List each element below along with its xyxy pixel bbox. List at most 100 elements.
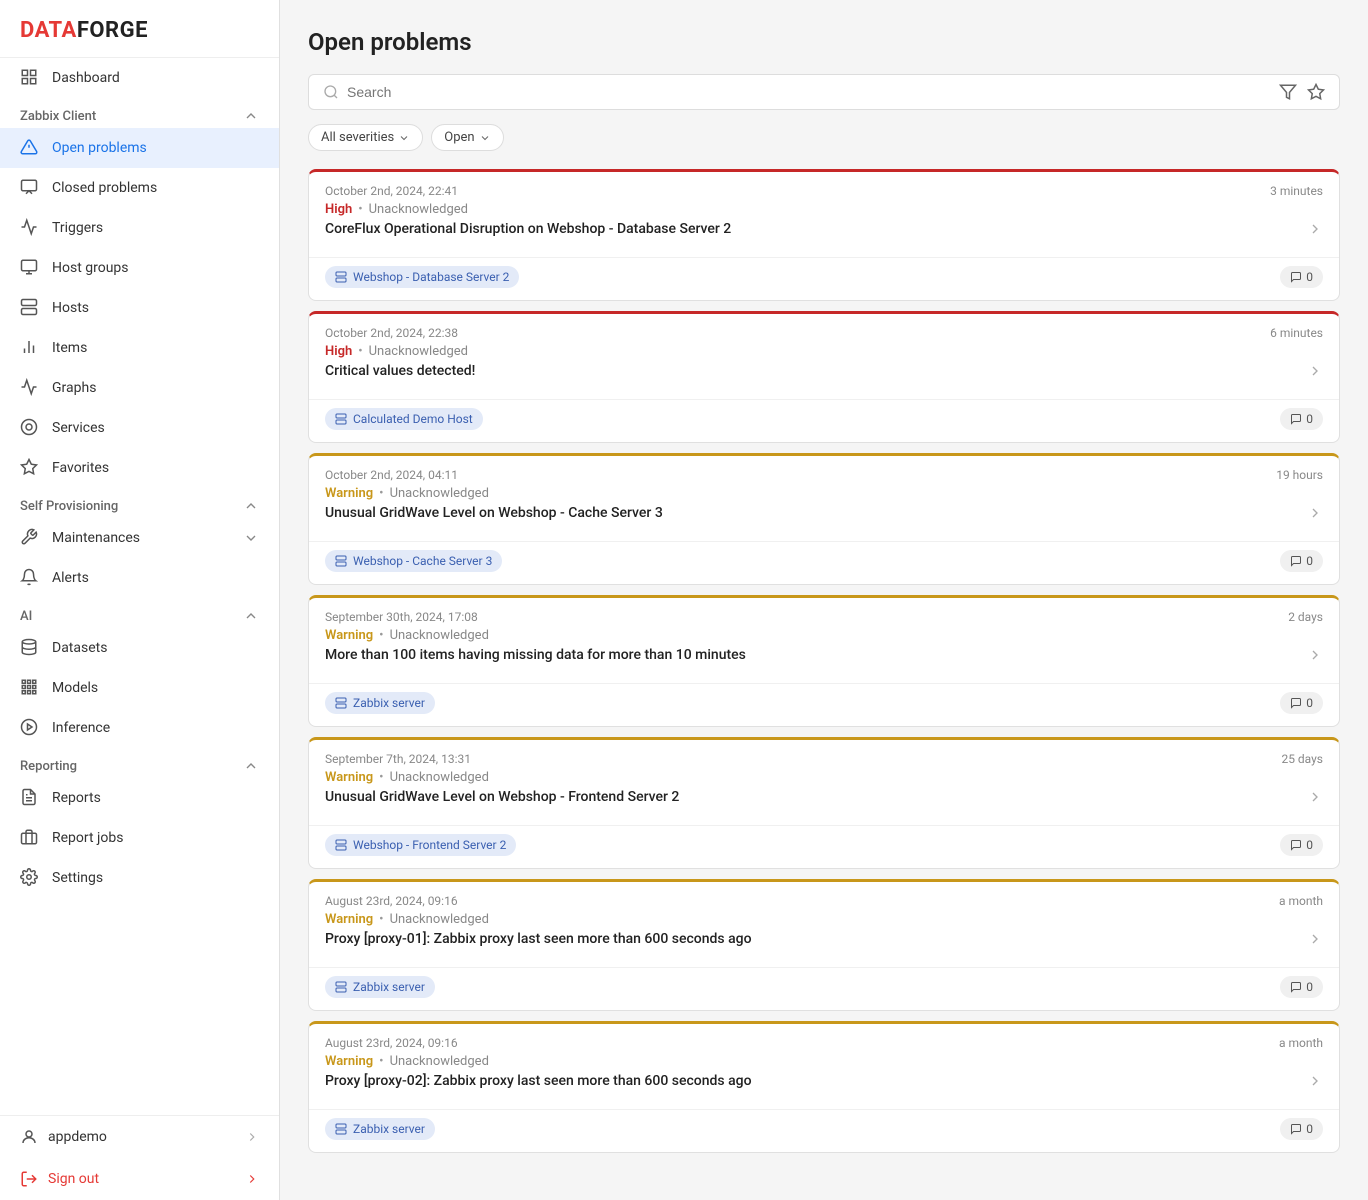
sidebar-item-alerts[interactable]: Alerts [0, 558, 279, 598]
sidebar-item-report-jobs[interactable]: Report jobs [0, 818, 279, 858]
sidebar-item-inference[interactable]: Inference [0, 708, 279, 748]
card-severity: High [325, 202, 352, 217]
problem-card[interactable]: September 7th, 2024, 13:31 25 days Warni… [308, 737, 1340, 869]
comment-badge: 0 [1280, 834, 1323, 856]
settings-icon [20, 868, 40, 888]
problem-card[interactable]: September 30th, 2024, 17:08 2 days Warni… [308, 595, 1340, 727]
card-timestamp: September 7th, 2024, 13:31 [325, 752, 471, 766]
sidebar-signout[interactable]: Sign out [0, 1158, 279, 1200]
host-chip[interactable]: Webshop - Frontend Server 2 [325, 834, 516, 856]
triggers-icon [20, 218, 40, 238]
comment-count: 0 [1306, 838, 1313, 852]
graphs-label: Graphs [52, 380, 96, 396]
card-timestamp: August 23rd, 2024, 09:16 [325, 1036, 458, 1050]
logo-forge: FORGE [77, 18, 148, 43]
card-ack-status: Unacknowledged [390, 1054, 489, 1069]
sidebar: DATAFORGE Dashboard Zabbix Client Open p… [0, 0, 280, 1200]
reports-icon [20, 788, 40, 808]
sidebar-item-maintenances[interactable]: Maintenances [0, 518, 279, 558]
sidebar-item-hosts[interactable]: Hosts [0, 288, 279, 328]
filter-icon[interactable] [1279, 83, 1297, 101]
problem-card[interactable]: August 23rd, 2024, 09:16 a month Warning… [308, 879, 1340, 1011]
sidebar-item-datasets[interactable]: Datasets [0, 628, 279, 668]
ai-chevron [243, 608, 259, 624]
comment-count: 0 [1306, 1122, 1313, 1136]
zabbix-client-label: Zabbix Client [20, 109, 96, 124]
reporting-label: Reporting [20, 759, 77, 774]
items-label: Items [52, 340, 87, 356]
card-age: 6 minutes [1270, 326, 1323, 340]
search-input[interactable] [347, 84, 1271, 100]
card-timestamp: October 2nd, 2024, 22:38 [325, 326, 458, 340]
comment-badge: 0 [1280, 1118, 1323, 1140]
sidebar-item-settings[interactable]: Settings [0, 858, 279, 898]
host-chip[interactable]: Webshop - Cache Server 3 [325, 550, 502, 572]
host-groups-icon [20, 258, 40, 278]
host-chip[interactable]: Webshop - Database Server 2 [325, 266, 519, 288]
sidebar-user[interactable]: appdemo [0, 1116, 279, 1158]
filter-severity[interactable]: All severities [308, 124, 423, 151]
user-avatar-icon [20, 1128, 38, 1146]
sidebar-item-models[interactable]: Models [0, 668, 279, 708]
zabbix-client-group[interactable]: Zabbix Client [0, 98, 279, 128]
items-icon [20, 338, 40, 358]
filter-row: All severities Open [308, 124, 1340, 151]
host-chip[interactable]: Zabbix server [325, 1118, 435, 1140]
card-title: CoreFlux Operational Disruption on Websh… [325, 221, 1307, 237]
search-bar [308, 74, 1340, 110]
sidebar-item-host-groups[interactable]: Host groups [0, 248, 279, 288]
problem-card[interactable]: October 2nd, 2024, 04:11 19 hours Warnin… [308, 453, 1340, 585]
sidebar-item-graphs[interactable]: Graphs [0, 368, 279, 408]
host-icon [335, 839, 347, 851]
host-name: Zabbix server [353, 980, 425, 994]
comment-icon [1290, 1123, 1302, 1135]
alerts-label: Alerts [52, 570, 89, 586]
sidebar-item-dashboard[interactable]: Dashboard [0, 58, 279, 98]
settings-label: Settings [52, 870, 103, 886]
hosts-label: Hosts [52, 300, 89, 316]
host-name: Zabbix server [353, 696, 425, 710]
signout-chevron-icon [245, 1172, 259, 1186]
dashboard-icon [20, 68, 40, 88]
sidebar-item-reports[interactable]: Reports [0, 778, 279, 818]
user-chevron-icon [245, 1130, 259, 1144]
card-title: Critical values detected! [325, 363, 1307, 379]
card-severity: High [325, 344, 352, 359]
problem-card[interactable]: August 23rd, 2024, 09:16 a month Warning… [308, 1021, 1340, 1153]
comment-icon [1290, 697, 1302, 709]
sidebar-item-favorites[interactable]: Favorites [0, 448, 279, 488]
host-chip[interactable]: Zabbix server [325, 976, 435, 998]
card-title: Proxy [proxy-01]: Zabbix proxy last seen… [325, 931, 1307, 947]
problem-card[interactable]: October 2nd, 2024, 22:41 3 minutes High … [308, 169, 1340, 301]
host-name: Zabbix server [353, 1122, 425, 1136]
card-chevron-icon [1307, 931, 1323, 947]
self-provisioning-group[interactable]: Self Provisioning [0, 488, 279, 518]
host-chip[interactable]: Zabbix server [325, 692, 435, 714]
sidebar-item-services[interactable]: Services [0, 408, 279, 448]
sidebar-item-triggers[interactable]: Triggers [0, 208, 279, 248]
sidebar-item-items[interactable]: Items [0, 328, 279, 368]
logo: DATAFORGE [0, 0, 279, 58]
datasets-label: Datasets [52, 640, 107, 656]
star-icon[interactable] [1307, 83, 1325, 101]
search-icon [323, 84, 339, 100]
problem-card[interactable]: October 2nd, 2024, 22:38 6 minutes High … [308, 311, 1340, 443]
host-name: Webshop - Database Server 2 [353, 270, 509, 284]
alerts-icon [20, 568, 40, 588]
reporting-group[interactable]: Reporting [0, 748, 279, 778]
card-age: a month [1279, 894, 1323, 908]
card-age: 19 hours [1276, 468, 1323, 482]
host-chip[interactable]: Calculated Demo Host [325, 408, 483, 430]
ai-group[interactable]: AI [0, 598, 279, 628]
card-title: Unusual GridWave Level on Webshop - Cach… [325, 505, 1307, 521]
sidebar-item-open-problems[interactable]: Open problems [0, 128, 279, 168]
host-name: Webshop - Cache Server 3 [353, 554, 492, 568]
card-chevron-icon [1307, 221, 1323, 237]
host-icon [335, 697, 347, 709]
card-timestamp: October 2nd, 2024, 04:11 [325, 468, 458, 482]
comment-count: 0 [1306, 554, 1313, 568]
problems-list: October 2nd, 2024, 22:41 3 minutes High … [308, 169, 1340, 1153]
filter-status[interactable]: Open [431, 124, 503, 151]
sidebar-item-closed-problems[interactable]: Closed problems [0, 168, 279, 208]
graphs-icon [20, 378, 40, 398]
